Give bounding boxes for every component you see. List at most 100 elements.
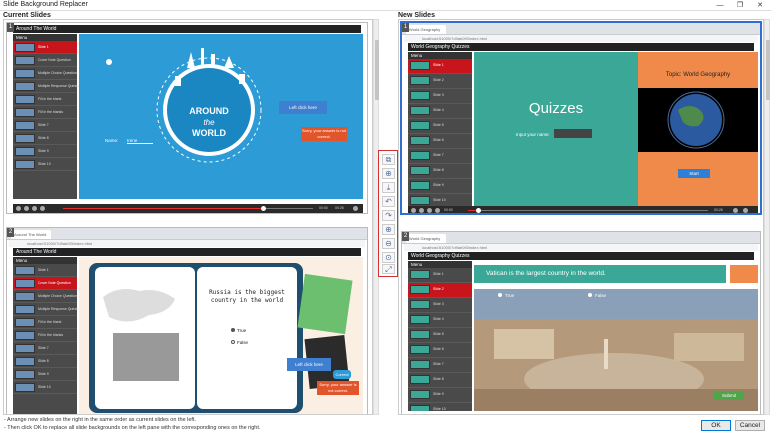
close-button[interactable]: ✕: [750, 0, 770, 11]
menu-item[interactable]: Slide 1: [13, 264, 77, 277]
settings-icon[interactable]: [743, 208, 748, 213]
menu-item[interactable]: Slide 6: [408, 343, 472, 358]
browser-tab[interactable]: World Geography Quizzes: [406, 25, 446, 41]
right-scrollbar[interactable]: [764, 19, 770, 415]
scrollbar-thumb[interactable]: [766, 40, 770, 100]
browser-tab[interactable]: World Geography Quizzes: [406, 234, 446, 250]
thumbnail: [410, 106, 430, 115]
zoom-in-icon[interactable]: ⊕: [382, 224, 395, 235]
menu-item[interactable]: Slide 7: [13, 342, 77, 355]
name-input[interactable]: [554, 129, 592, 138]
thumbnail: [410, 330, 430, 339]
undo-icon[interactable]: ↶: [382, 196, 395, 207]
new-slide-2[interactable]: World Geography Quizzes 2 localhost:5100…: [401, 231, 761, 414]
thumbnail: [410, 375, 430, 384]
menu-item[interactable]: Slide 2: [408, 74, 472, 89]
maximize-button[interactable]: ❐: [730, 0, 750, 11]
menu-item[interactable]: Slide 9: [408, 179, 472, 194]
paste-icon[interactable]: ⊕: [382, 168, 395, 179]
zoom-out-icon[interactable]: ⊖: [382, 238, 395, 249]
fit-icon[interactable]: ⤢: [382, 264, 395, 274]
menu-item[interactable]: Slide 5: [408, 119, 472, 134]
topic-label: Topic: World Geography: [665, 72, 731, 78]
current-slides-pane[interactable]: 1 Around The World Menu Slide 1 Cover No…: [3, 19, 373, 415]
menu-item[interactable]: Slide 1: [408, 59, 472, 74]
menu-item[interactable]: Slide 7: [408, 358, 472, 373]
scrollbar-thumb[interactable]: [375, 40, 379, 100]
left-click-button[interactable]: Left click here: [287, 358, 331, 371]
prev-icon[interactable]: [427, 208, 432, 213]
play-icon[interactable]: [411, 208, 416, 213]
menu-title: Menu: [408, 261, 472, 268]
zoom-reset-icon[interactable]: ⊙: [382, 252, 395, 263]
menu-item[interactable]: Multiple Response Question: [13, 80, 82, 93]
ok-button[interactable]: OK: [701, 420, 731, 431]
start-button[interactable]: Start: [678, 169, 710, 178]
menu-item[interactable]: Slide 5: [408, 328, 472, 343]
menu-item[interactable]: Fill in the blanks: [13, 329, 77, 342]
menu-item[interactable]: Multiple Choice Question: [13, 290, 77, 303]
download-icon[interactable]: ⤓: [382, 182, 395, 193]
address-bar[interactable]: localhost:51000/7d9ab0f3/index.html: [404, 35, 758, 42]
left-click-button[interactable]: Left click here: [279, 101, 327, 114]
menu-item[interactable]: Slide 10: [408, 403, 472, 411]
next-icon[interactable]: [435, 208, 440, 213]
menu-item[interactable]: Slide 3: [408, 298, 472, 313]
minimize-button[interactable]: —: [710, 0, 730, 11]
menu-item[interactable]: Slide 1: [13, 41, 77, 54]
menu-item[interactable]: Fill in the blank: [13, 316, 77, 329]
menu-item[interactable]: Slide 8: [13, 355, 77, 368]
menu-item[interactable]: Slide 2: [408, 283, 472, 298]
prev-icon[interactable]: [32, 206, 37, 211]
menu-item[interactable]: Slide 10: [13, 158, 77, 171]
play-icon[interactable]: [16, 206, 21, 211]
seek-track[interactable]: [468, 210, 708, 211]
option-true[interactable]: True: [231, 328, 246, 333]
cancel-button[interactable]: Cancel: [735, 420, 765, 431]
current-slide-2[interactable]: Around The World 2 localhost:51000/7d9ab…: [6, 227, 368, 414]
menu-item[interactable]: Fill in the blank: [13, 93, 77, 106]
menu-item[interactable]: Fill in the blanks: [13, 106, 77, 119]
menu-item[interactable]: Slide 1: [408, 268, 472, 283]
name-field[interactable]: Irene: [127, 138, 153, 144]
option-false[interactable]: False: [231, 340, 248, 345]
submit-button[interactable]: Submit: [714, 391, 744, 400]
option-true[interactable]: True: [498, 293, 514, 298]
thumbnail: [15, 292, 35, 301]
menu-item[interactable]: Cover Note Question: [13, 277, 77, 290]
browser-tab[interactable]: Around The World: [11, 230, 51, 239]
menu-item[interactable]: Slide 10: [13, 381, 77, 394]
copy-icon[interactable]: ⧉: [382, 154, 395, 165]
redo-icon[interactable]: ↷: [382, 210, 395, 221]
menu-item[interactable]: Slide 8: [408, 373, 472, 388]
menu-item[interactable]: Slide 10: [408, 194, 472, 206]
seek-handle[interactable]: [261, 206, 266, 211]
pause-icon[interactable]: [24, 206, 29, 211]
address-bar[interactable]: localhost:51000/7d9ab0f3/index.html: [404, 244, 758, 251]
menu-item[interactable]: Slide 9: [408, 388, 472, 403]
menu-item[interactable]: Slide 6: [408, 134, 472, 149]
menu-item[interactable]: Slide 4: [408, 104, 472, 119]
menu-item[interactable]: Slide 9: [13, 145, 77, 158]
address-bar[interactable]: localhost:51000/7d9ab0f3/index.html: [9, 240, 365, 247]
menu-item[interactable]: Multiple Choice Question: [13, 67, 77, 80]
volume-icon[interactable]: [733, 208, 738, 213]
new-slide-1[interactable]: World Geography Quizzes 1 localhost:5100…: [401, 22, 761, 214]
current-slides-label: Current Slides: [3, 12, 51, 19]
menu-item[interactable]: Slide 7: [13, 119, 77, 132]
current-slide-1[interactable]: 1 Around The World Menu Slide 1 Cover No…: [6, 22, 368, 214]
option-false[interactable]: False: [588, 293, 606, 298]
menu-item[interactable]: Slide 9: [13, 368, 77, 381]
next-icon[interactable]: [40, 206, 45, 211]
seek-handle[interactable]: [476, 208, 481, 213]
pause-icon[interactable]: [419, 208, 424, 213]
menu-item[interactable]: Cover Note Question: [13, 54, 77, 67]
menu-item[interactable]: Slide 7: [408, 149, 472, 164]
menu-item[interactable]: Multiple Response Question: [13, 303, 82, 316]
menu-item[interactable]: Slide 8: [13, 132, 77, 145]
volume-icon[interactable]: [353, 206, 358, 211]
menu-item[interactable]: Slide 3: [408, 89, 472, 104]
menu-item[interactable]: Slide 8: [408, 164, 472, 179]
new-slides-pane[interactable]: World Geography Quizzes 1 localhost:5100…: [398, 19, 764, 415]
menu-item[interactable]: Slide 4: [408, 313, 472, 328]
